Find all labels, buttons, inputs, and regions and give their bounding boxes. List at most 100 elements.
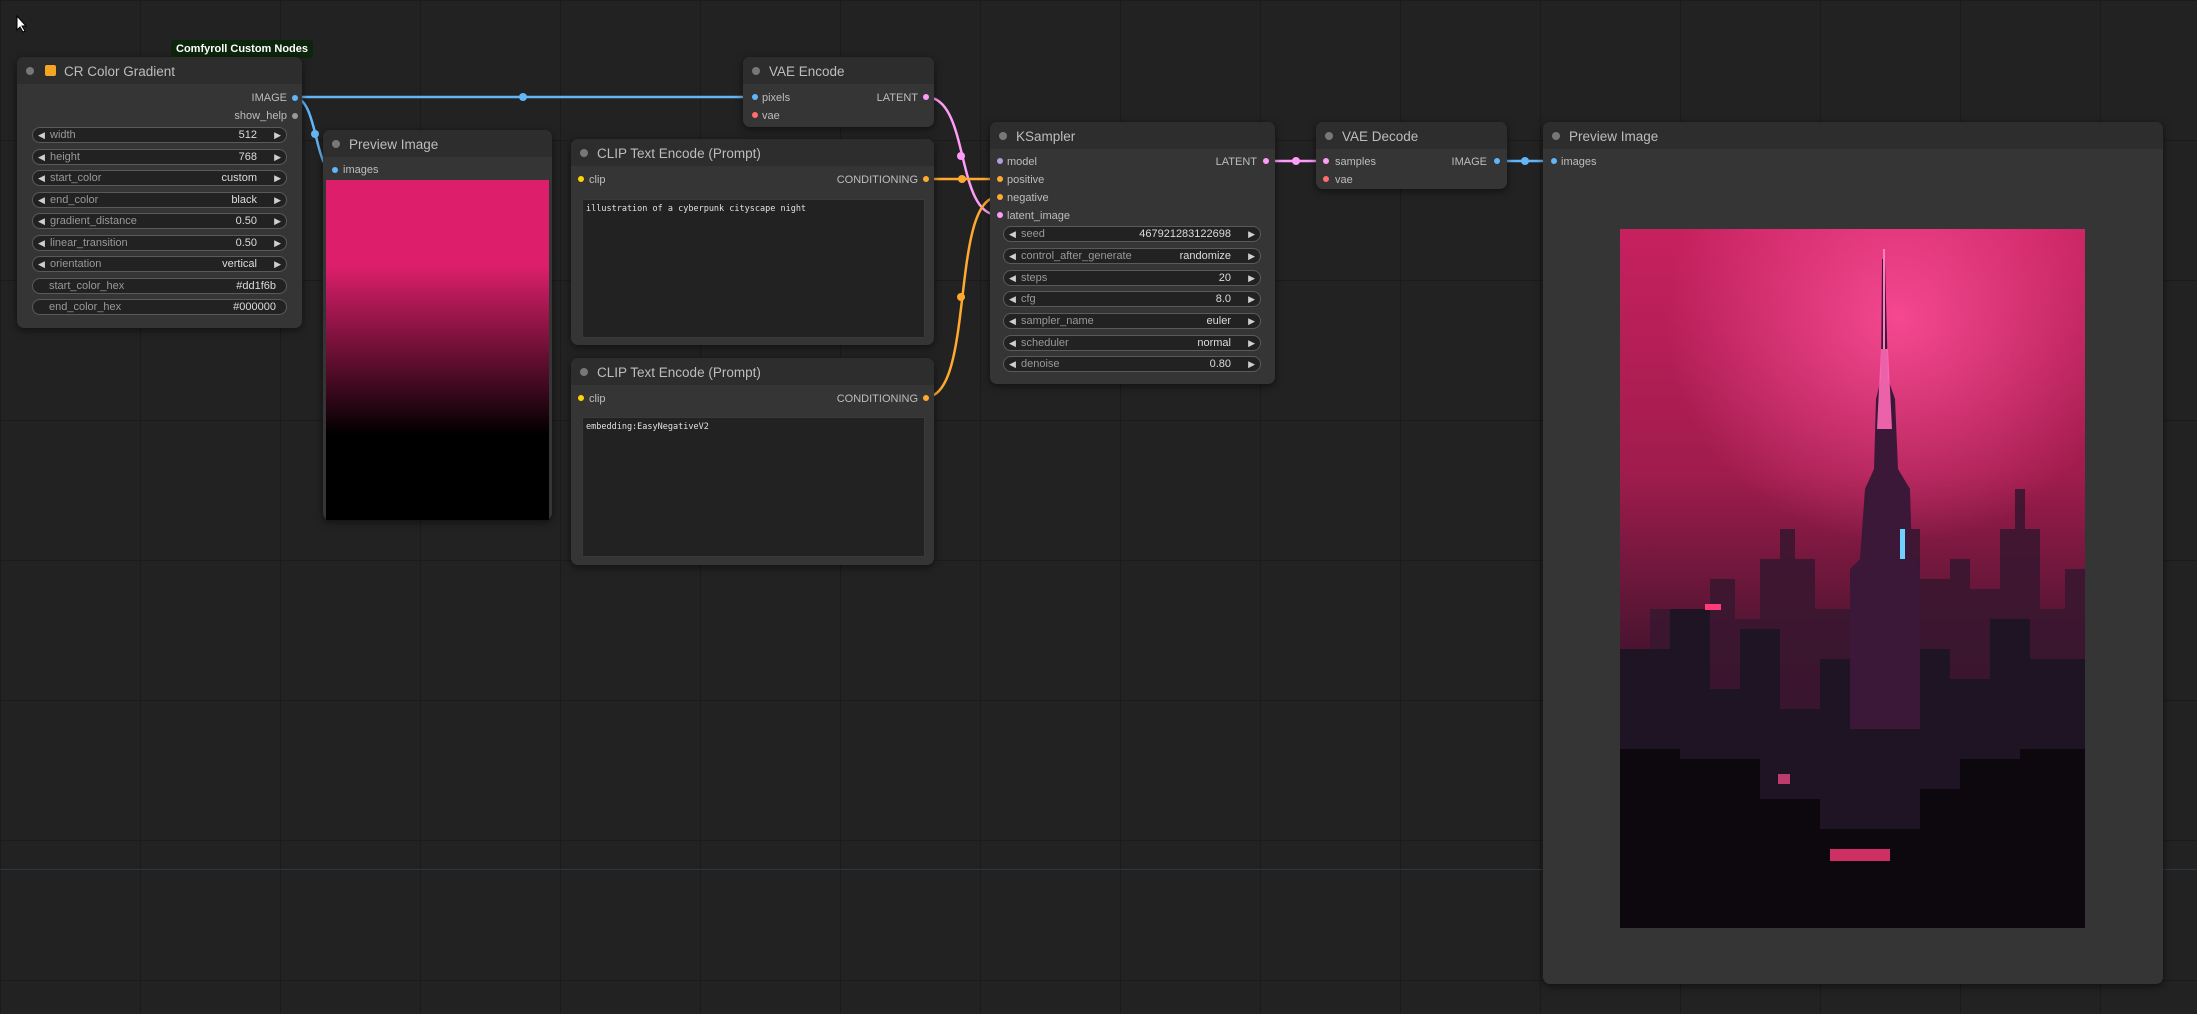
output-port-image[interactable] xyxy=(292,95,298,101)
input-port-clip[interactable] xyxy=(578,395,584,401)
widget-sampler-name[interactable]: ◀ sampler_name euler ▶ xyxy=(1003,313,1261,329)
decrement-arrow-icon[interactable]: ◀ xyxy=(1009,250,1016,263)
input-port-positive[interactable] xyxy=(997,176,1003,182)
input-port-negative[interactable] xyxy=(997,194,1003,200)
collapse-dot-icon[interactable] xyxy=(999,132,1007,140)
node-graph-canvas[interactable]: Comfyroll Custom Nodes CR Color Gradient… xyxy=(0,0,2197,1014)
input-label-clip: clip xyxy=(589,393,606,405)
node-title-bar[interactable]: KSampler xyxy=(990,122,1275,149)
increment-arrow-icon[interactable]: ▶ xyxy=(274,258,281,271)
node-title-bar[interactable]: Preview Image xyxy=(323,130,552,157)
node-title-bar[interactable]: VAE Decode xyxy=(1316,122,1507,149)
input-port-pixels[interactable] xyxy=(752,94,758,100)
increment-arrow-icon[interactable]: ▶ xyxy=(1248,358,1255,371)
widget-start-color[interactable]: ◀ start_color custom ▶ xyxy=(32,170,287,186)
widget-gradient-distance[interactable]: ◀ gradient_distance 0.50 ▶ xyxy=(32,213,287,229)
output-label-show-help: show_help xyxy=(234,110,287,122)
output-port-conditioning[interactable] xyxy=(923,176,929,182)
node-title: CR Color Gradient xyxy=(64,64,176,79)
node-title-bar[interactable]: Preview Image xyxy=(1543,122,2163,149)
node-cr-color-gradient[interactable]: CR Color Gradient IMAGE show_help ◀ widt… xyxy=(17,57,302,328)
node-ksampler[interactable]: KSampler model positive negative latent_… xyxy=(990,122,1275,384)
decrement-arrow-icon[interactable]: ◀ xyxy=(1009,228,1016,241)
decrement-arrow-icon[interactable]: ◀ xyxy=(38,258,45,271)
decrement-arrow-icon[interactable]: ◀ xyxy=(1009,272,1016,285)
node-vae-encode[interactable]: VAE Encode pixels vae LATENT xyxy=(743,57,934,127)
increment-arrow-icon[interactable]: ▶ xyxy=(1248,337,1255,350)
widget-value: randomize xyxy=(1179,250,1231,262)
widget-cfg[interactable]: ◀ cfg 8.0 ▶ xyxy=(1003,291,1261,307)
prompt-textarea[interactable]: embedding:EasyNegativeV2 xyxy=(582,417,925,557)
decrement-arrow-icon[interactable]: ◀ xyxy=(1009,293,1016,306)
node-clip-text-encode-negative[interactable]: CLIP Text Encode (Prompt) clip CONDITION… xyxy=(571,358,934,565)
node-title-bar[interactable]: CLIP Text Encode (Prompt) xyxy=(571,139,934,166)
widget-steps[interactable]: ◀ steps 20 ▶ xyxy=(1003,270,1261,286)
decrement-arrow-icon[interactable]: ◀ xyxy=(38,151,45,164)
input-port-vae[interactable] xyxy=(752,112,758,118)
increment-arrow-icon[interactable]: ▶ xyxy=(274,151,281,164)
decrement-arrow-icon[interactable]: ◀ xyxy=(1009,358,1016,371)
node-title-bar[interactable]: VAE Encode xyxy=(743,57,934,84)
prompt-textarea[interactable]: illustration of a cyberpunk cityscape ni… xyxy=(582,199,925,338)
decrement-arrow-icon[interactable]: ◀ xyxy=(1009,315,1016,328)
link-midpoint xyxy=(519,93,527,101)
output-port-latent[interactable] xyxy=(923,94,929,100)
widget-control-after-generate[interactable]: ◀ control_after_generate randomize ▶ xyxy=(1003,248,1261,264)
node-title-bar[interactable]: CLIP Text Encode (Prompt) xyxy=(571,358,934,385)
input-port-latent-image[interactable] xyxy=(997,212,1003,218)
input-port-clip[interactable] xyxy=(578,176,584,182)
decrement-arrow-icon[interactable]: ◀ xyxy=(38,237,45,250)
node-preview-image-small[interactable]: Preview Image images xyxy=(323,130,552,520)
widget-scheduler[interactable]: ◀ scheduler normal ▶ xyxy=(1003,335,1261,351)
output-port-conditioning[interactable] xyxy=(923,395,929,401)
collapse-dot-icon[interactable] xyxy=(1552,132,1560,140)
link-midpoint xyxy=(957,293,965,301)
decrement-arrow-icon[interactable]: ◀ xyxy=(38,172,45,185)
node-title-bar[interactable]: CR Color Gradient xyxy=(17,57,302,84)
input-port-samples[interactable] xyxy=(1323,158,1329,164)
decrement-arrow-icon[interactable]: ◀ xyxy=(38,194,45,207)
increment-arrow-icon[interactable]: ▶ xyxy=(274,172,281,185)
input-port-images[interactable] xyxy=(1551,158,1557,164)
increment-arrow-icon[interactable]: ▶ xyxy=(1248,250,1255,263)
increment-arrow-icon[interactable]: ▶ xyxy=(1248,293,1255,306)
increment-arrow-icon[interactable]: ▶ xyxy=(274,215,281,228)
increment-arrow-icon[interactable]: ▶ xyxy=(274,129,281,142)
node-clip-text-encode-positive[interactable]: CLIP Text Encode (Prompt) clip CONDITION… xyxy=(571,139,934,345)
widget-linear-transition[interactable]: ◀ linear_transition 0.50 ▶ xyxy=(32,235,287,251)
output-label-conditioning: CONDITIONING xyxy=(836,393,918,405)
decrement-arrow-icon[interactable]: ◀ xyxy=(1009,337,1016,350)
node-vae-decode[interactable]: VAE Decode samples vae IMAGE xyxy=(1316,122,1507,189)
output-port-show-help[interactable] xyxy=(292,113,298,119)
widget-end-color-hex[interactable]: end_color_hex #000000 xyxy=(32,299,287,315)
widget-end-color[interactable]: ◀ end_color black ▶ xyxy=(32,192,287,208)
output-port-image[interactable] xyxy=(1494,158,1500,164)
widget-width[interactable]: ◀ width 512 ▶ xyxy=(32,127,287,143)
collapse-dot-icon[interactable] xyxy=(1325,132,1333,140)
widget-value: black xyxy=(231,194,257,206)
increment-arrow-icon[interactable]: ▶ xyxy=(1248,315,1255,328)
increment-arrow-icon[interactable]: ▶ xyxy=(1248,272,1255,285)
input-port-images[interactable] xyxy=(332,167,338,173)
widget-seed[interactable]: ◀ seed 467921283122698 ▶ xyxy=(1003,226,1261,242)
node-preview-image-large[interactable]: Preview Image images xyxy=(1543,122,2163,984)
input-port-vae[interactable] xyxy=(1323,176,1329,182)
decrement-arrow-icon[interactable]: ◀ xyxy=(38,129,45,142)
widget-denoise[interactable]: ◀ denoise 0.80 ▶ xyxy=(1003,356,1261,372)
input-port-model[interactable] xyxy=(997,158,1003,164)
increment-arrow-icon[interactable]: ▶ xyxy=(274,237,281,250)
collapse-dot-icon[interactable] xyxy=(580,368,588,376)
collapse-dot-icon[interactable] xyxy=(580,149,588,157)
increment-arrow-icon[interactable]: ▶ xyxy=(274,194,281,207)
increment-arrow-icon[interactable]: ▶ xyxy=(1248,228,1255,241)
input-label-vae: vae xyxy=(762,110,780,122)
widget-start-color-hex[interactable]: start_color_hex #dd1f6b xyxy=(32,278,287,294)
collapse-dot-icon[interactable] xyxy=(26,67,34,75)
collapse-dot-icon[interactable] xyxy=(752,67,760,75)
mouse-cursor-icon xyxy=(16,15,28,33)
collapse-dot-icon[interactable] xyxy=(332,140,340,148)
decrement-arrow-icon[interactable]: ◀ xyxy=(38,215,45,228)
widget-orientation[interactable]: ◀ orientation vertical ▶ xyxy=(32,256,287,272)
widget-height[interactable]: ◀ height 768 ▶ xyxy=(32,149,287,165)
output-port-latent[interactable] xyxy=(1263,158,1269,164)
